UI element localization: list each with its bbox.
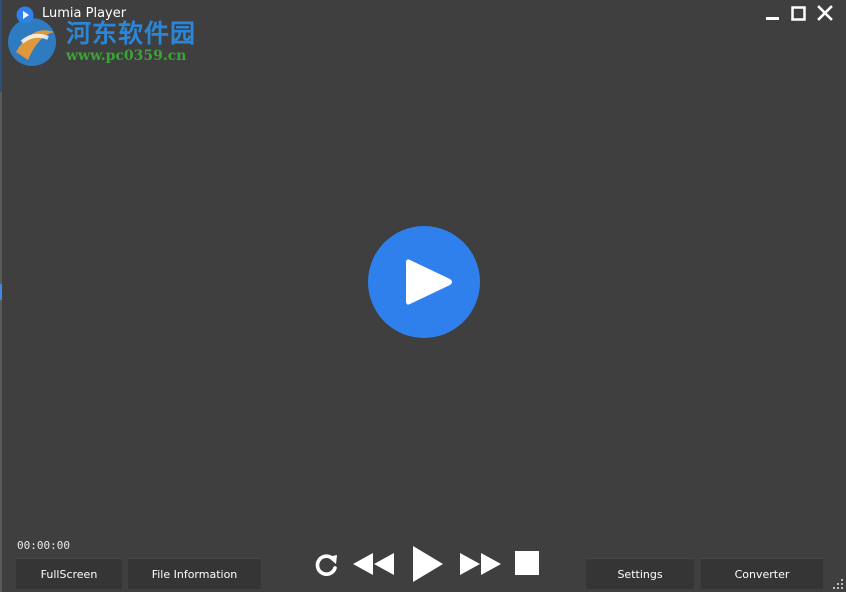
rewind-icon [353, 553, 394, 575]
resize-grip-icon[interactable] [833, 579, 843, 589]
file-information-button[interactable]: File Information [128, 558, 261, 589]
maximize-button[interactable] [788, 4, 810, 24]
settings-button[interactable]: Settings [586, 558, 694, 589]
play-button[interactable] [409, 544, 445, 584]
watermark: 河东软件园 www.pc0359.cn [4, 12, 214, 74]
close-icon [817, 5, 833, 21]
watermark-logo-icon [8, 18, 56, 66]
fullscreen-button[interactable]: FullScreen [16, 558, 122, 589]
fast-forward-button[interactable] [458, 548, 502, 580]
play-icon [368, 226, 480, 338]
rewind-button[interactable] [352, 548, 396, 580]
minimize-icon [766, 17, 779, 20]
stop-icon [515, 551, 539, 575]
watermark-site-name: 河东软件园 [66, 19, 197, 48]
maximize-icon [791, 6, 806, 21]
play-icon [413, 546, 443, 582]
playback-time: 00:00:00 [17, 539, 70, 552]
minimize-button[interactable] [762, 4, 784, 24]
center-play-button[interactable] [368, 226, 480, 338]
fast-forward-icon [460, 553, 501, 575]
stop-button[interactable] [515, 551, 540, 576]
watermark-url: www.pc0359.cn [66, 48, 187, 64]
repeat-icon [315, 554, 337, 576]
repeat-button[interactable] [311, 550, 341, 580]
window-edge [0, 0, 2, 592]
converter-button[interactable]: Converter [701, 558, 823, 589]
close-button[interactable] [814, 4, 836, 24]
